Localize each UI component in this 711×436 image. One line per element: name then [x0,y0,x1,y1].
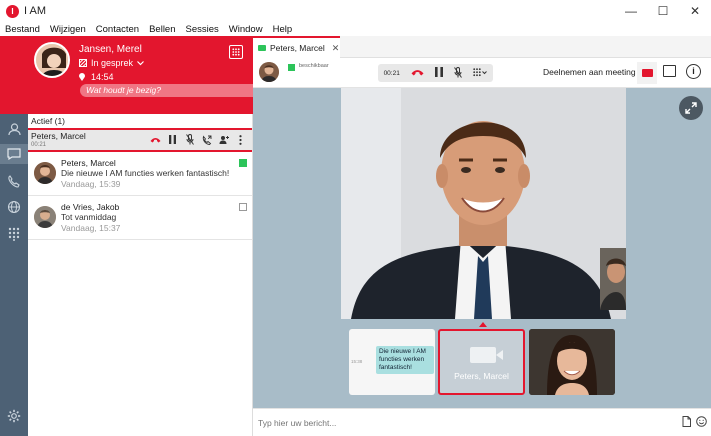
self-preview-video[interactable] [600,248,626,310]
remote-video [341,88,626,319]
pause-icon[interactable] [435,67,444,79]
menu-bar: Bestand Wijzigen Contacten Bellen Sessie… [0,22,711,36]
dialpad-dropdown-icon[interactable] [473,67,488,79]
video-area: 15:38 Die nieuwe I AM functies werken fa… [253,88,711,408]
emoji-icon[interactable] [696,416,707,427]
session-tab-bar: Peters, Marcel ✕ [253,36,711,58]
conversation-panel: Actief (1) Peters, Marcel 00:21 Peters, … [28,114,253,436]
remote-participant-video [341,88,626,319]
expand-fullscreen-icon[interactable] [679,96,703,120]
video-camera-icon [641,69,653,77]
chat-thumbnail[interactable]: 15:38 Die nieuwe I AM functies werken fa… [349,329,435,395]
close-button[interactable]: ✕ [679,0,711,22]
participant-name: Peters, Marcel [454,371,509,381]
busy-status-icon [79,59,87,67]
attachment-icon[interactable] [681,416,692,427]
presence-dot [288,64,295,71]
close-icon[interactable]: ✕ [332,43,340,54]
active-call-name: Peters, Marcel [31,131,86,141]
profile-avatar[interactable] [34,42,70,78]
dialpad-small-icon [232,48,240,56]
active-header: Actief (1) [31,116,66,126]
profile-time-label: 14:54 [91,72,114,82]
conversation-name: Peters, Marcel [61,158,116,168]
menu-bestand[interactable]: Bestand [0,24,45,35]
video-toggle-button[interactable] [637,62,657,84]
profile-status[interactable]: In gesprek [79,58,144,68]
join-meeting-button[interactable]: Deelnemen aan meeting [543,67,636,77]
mood-input[interactable]: Wat houdt je bezig? [80,84,271,97]
profile-name: Jansen, Merel [79,44,142,55]
chat-bubble: Die nieuwe I AM functies werken fantasti… [376,346,434,374]
add-participant-icon[interactable] [218,133,229,146]
participant-thumbnail[interactable] [529,329,615,395]
hangup-icon[interactable] [150,133,161,146]
info-icon[interactable]: i [686,64,701,79]
mute-microphone-icon[interactable] [454,66,463,80]
active-call-time: 00:21 [31,142,47,148]
avatar [259,62,279,82]
pause-icon[interactable] [167,133,178,146]
chevron-down-icon [137,60,144,65]
read-indicator[interactable] [239,203,247,211]
menu-sessies[interactable]: Sessies [181,24,224,35]
title-bar: I I AM — ☐ ✕ [0,0,711,22]
contacts-icon[interactable] [4,119,24,139]
active-call-row[interactable]: Peters, Marcel 00:21 [28,128,252,152]
globe-icon[interactable] [4,197,24,217]
rail-header [0,36,28,114]
call-controls: 00:21 [378,64,493,82]
chat-time: 15:38 [351,359,363,364]
window-title: I AM [24,5,47,17]
profile-status-label: In gesprek [91,58,134,68]
message-composer [253,408,711,436]
conversation-message: Tot vanmiddag [61,212,117,222]
more-options-icon[interactable] [235,133,246,146]
selected-thumb-pointer [479,322,487,327]
screen-share-icon[interactable] [663,65,676,77]
conversation-item[interactable]: de Vries, Jakob Tot vanmiddag Vandaag, 1… [28,196,252,240]
presence-status: beschikbaar [299,63,329,69]
mute-microphone-icon[interactable] [184,133,195,146]
tab-peters-marcel[interactable]: Peters, Marcel ✕ [253,36,340,58]
chat-icon[interactable] [0,144,28,164]
transfer-call-icon[interactable] [201,133,212,146]
conversation-date: Vandaag, 15:39 [61,179,121,189]
unread-indicator [239,159,247,167]
call-control-bar: beschikbaar 00:21 Deelnemen aan meeting … [253,58,711,88]
window-controls: — ☐ ✕ [615,0,711,22]
app-logo: I [6,4,19,18]
video-camera-icon [258,45,266,51]
menu-wijzigen[interactable]: Wijzigen [45,24,91,35]
conversation-date: Vandaag, 15:37 [61,223,121,233]
active-call-controls [150,133,246,146]
participant-thumbnail-selected[interactable]: Peters, Marcel [438,329,525,395]
settings-gear-icon[interactable] [4,406,24,426]
location-pin-icon [79,73,85,81]
conversation-message: Die nieuwe I AM functies werken fantasti… [61,168,230,178]
dialpad-icon[interactable] [4,224,24,244]
menu-window[interactable]: Window [224,24,268,35]
avatar [34,206,56,228]
message-input[interactable] [258,415,668,431]
video-camera-icon [470,347,496,363]
menu-help[interactable]: Help [268,24,298,35]
left-rail [0,36,28,436]
menu-bellen[interactable]: Bellen [144,24,180,35]
minimize-button[interactable]: — [615,0,647,22]
avatar [34,162,56,184]
conversation-item[interactable]: Peters, Marcel Die nieuwe I AM functies … [28,152,252,196]
hangup-icon[interactable] [411,68,424,78]
call-history-icon[interactable] [4,171,24,191]
maximize-button[interactable]: ☐ [647,0,679,22]
dialpad-button[interactable] [229,45,243,59]
tab-label: Peters, Marcel [270,43,325,53]
conversation-name: de Vries, Jakob [61,202,120,212]
profile-header: Jansen, Merel In gesprek 14:54 Wat houdt… [28,36,271,114]
profile-location: 14:54 [79,72,114,82]
menu-contacten[interactable]: Contacten [91,24,144,35]
call-timer: 00:21 [383,69,400,77]
